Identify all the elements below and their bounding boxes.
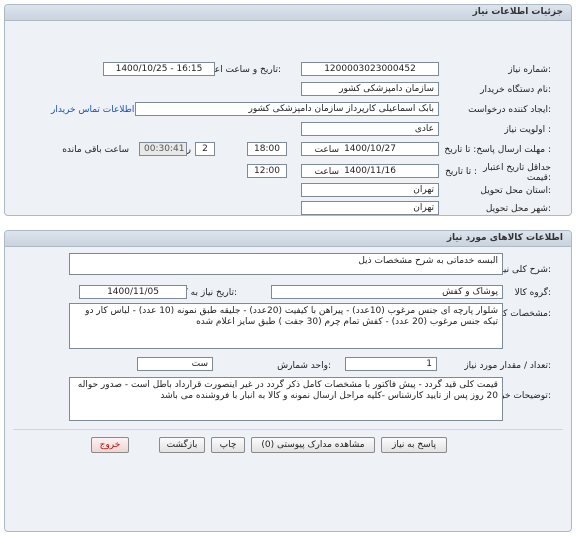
- notes-field[interactable]: قیمت کلی قید گردد - پیش فاکتور با مشخصات…: [69, 377, 503, 421]
- group-label: گروه کالا:: [514, 288, 551, 298]
- remaining-days-field[interactable]: 2: [195, 142, 215, 156]
- print-button[interactable]: چاپ: [211, 437, 245, 453]
- buyer-field[interactable]: سازمان دامپزشکی کشور: [301, 82, 439, 96]
- announce-datetime-field[interactable]: 1400/10/25 - 16:15: [103, 62, 215, 76]
- qty-field[interactable]: 1: [345, 357, 437, 371]
- validity-time-label: ساعت: [314, 167, 340, 177]
- creator-label: ایجاد کننده درخواست:: [468, 105, 551, 115]
- province-field[interactable]: تهران: [301, 183, 439, 197]
- need-number-label: شماره نیاز:: [508, 65, 551, 75]
- need-details-panel: جزئیات اطلاعات نیاز شماره نیاز: 12000030…: [4, 4, 572, 216]
- city-label: شهر محل تحویل:: [485, 204, 551, 214]
- qty-label: تعداد / مقدار مورد نیاز:: [464, 361, 551, 371]
- panel-header: جزئیات اطلاعات نیاز: [5, 5, 571, 21]
- buyer-contact-link[interactable]: اطلاعات تماس خریدار: [51, 105, 134, 115]
- attachments-button[interactable]: مشاهده مدارک پیوستی (0): [251, 437, 375, 453]
- summary-field[interactable]: البسه خدماتی به شرح مشخصات ذیل: [69, 253, 503, 275]
- validity-to-label: تا تاریخ :: [445, 167, 477, 177]
- divider: [13, 429, 563, 430]
- unit-label: واحد شمارش:: [277, 361, 331, 371]
- creator-field[interactable]: بابک اسماعیلی کارپرداز سازمان دامپزشکی ک…: [135, 102, 439, 116]
- validity-time-field[interactable]: 12:00: [247, 164, 287, 178]
- deadline-time-field[interactable]: 18:00: [247, 142, 287, 156]
- unit-field[interactable]: ست: [137, 357, 213, 371]
- deadline-time-label: ساعت: [314, 145, 340, 155]
- validity-label: حداقل تاریخ اعتبار قیمت:: [483, 163, 551, 183]
- need-number-field[interactable]: 1200003023000452: [301, 62, 439, 76]
- remaining-time-field: 00:30:41: [139, 142, 187, 156]
- panel-title: جزئیات اطلاعات نیاز: [472, 7, 563, 17]
- remaining-label: ساعت باقی مانده: [62, 145, 129, 155]
- priority-field[interactable]: عادی: [301, 122, 439, 136]
- summary-label: شرح کلی نیاز:: [496, 265, 551, 275]
- need-date-field[interactable]: 1400/11/05: [79, 285, 187, 299]
- goods-panel-title: اطلاعات کالاهای مورد نیاز: [446, 233, 563, 243]
- buyer-label: نام دستگاه خریدار:: [480, 85, 551, 95]
- spec-field[interactable]: شلوار پارچه ای جنس مرغوب (10عدد) - پیراه…: [69, 303, 503, 349]
- priority-label: اولویت نیاز :: [504, 125, 551, 135]
- goods-panel: اطلاعات کالاهای مورد نیاز شرح کلی نیاز: …: [4, 230, 572, 532]
- goods-panel-header: اطلاعات کالاهای مورد نیاز: [5, 231, 571, 247]
- exit-button[interactable]: خروج: [91, 437, 129, 453]
- deadline-label: مهلت ارسال پاسخ: تا تاریخ :: [444, 145, 551, 155]
- reply-button[interactable]: پاسخ به نیاز: [381, 437, 447, 453]
- group-field[interactable]: پوشاک و کفش: [271, 285, 503, 299]
- city-field[interactable]: تهران: [301, 201, 439, 215]
- province-label: استان محل تحویل:: [480, 186, 551, 196]
- back-button[interactable]: بازگشت: [159, 437, 205, 453]
